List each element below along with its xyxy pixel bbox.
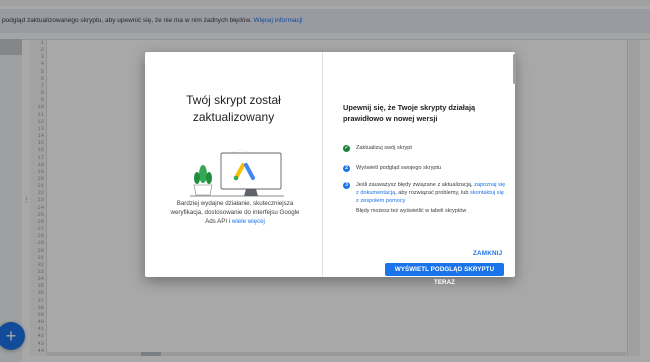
- script-updated-dialog: Twój skrypt został zaktualizowany Bardzi…: [145, 52, 515, 286]
- dialog-description: Bardziej wydajne działanie, skuteczniejs…: [165, 199, 305, 226]
- dialog-title: Twój skrypt został zaktualizowany: [145, 92, 322, 126]
- dialog-title-line2: zaktualizowany: [192, 110, 275, 124]
- more-features-link[interactable]: wiele więcej: [232, 218, 265, 225]
- dialog-title-line1: Twój skrypt został: [186, 93, 281, 107]
- step-3-text-mid: , aby rozwiązać problemy, lub: [395, 189, 469, 196]
- step-3-label: Jeśli zauważysz błędy związane z aktuali…: [356, 182, 506, 205]
- step-3-text-before: Jeśli zauważysz błędy związane z aktuali…: [356, 182, 473, 188]
- step-3-number-icon: 3: [343, 182, 350, 189]
- checklist-title: Upewnij się, że Twoje skrypty działają p…: [343, 103, 476, 123]
- close-button[interactable]: ZAMKNIJ: [473, 250, 502, 257]
- errors-note: Błędy możesz też wyświetlić w tabeli skr…: [356, 208, 467, 214]
- step-2-number-icon: 2: [343, 165, 350, 172]
- monitor-illustration-icon: [190, 149, 284, 197]
- step-1-label: Zaktualizuj swój skrypt: [356, 145, 412, 151]
- dialog-scrollbar[interactable]: [513, 54, 516, 84]
- preview-script-button[interactable]: WYŚWIETL PODGLĄD SKRYPTU TERAZ: [385, 263, 504, 286]
- check-icon: ✓: [343, 145, 350, 152]
- step-2-label: Wyświetl podgląd swojego skryptu: [356, 165, 442, 171]
- dialog-divider: [322, 52, 323, 277]
